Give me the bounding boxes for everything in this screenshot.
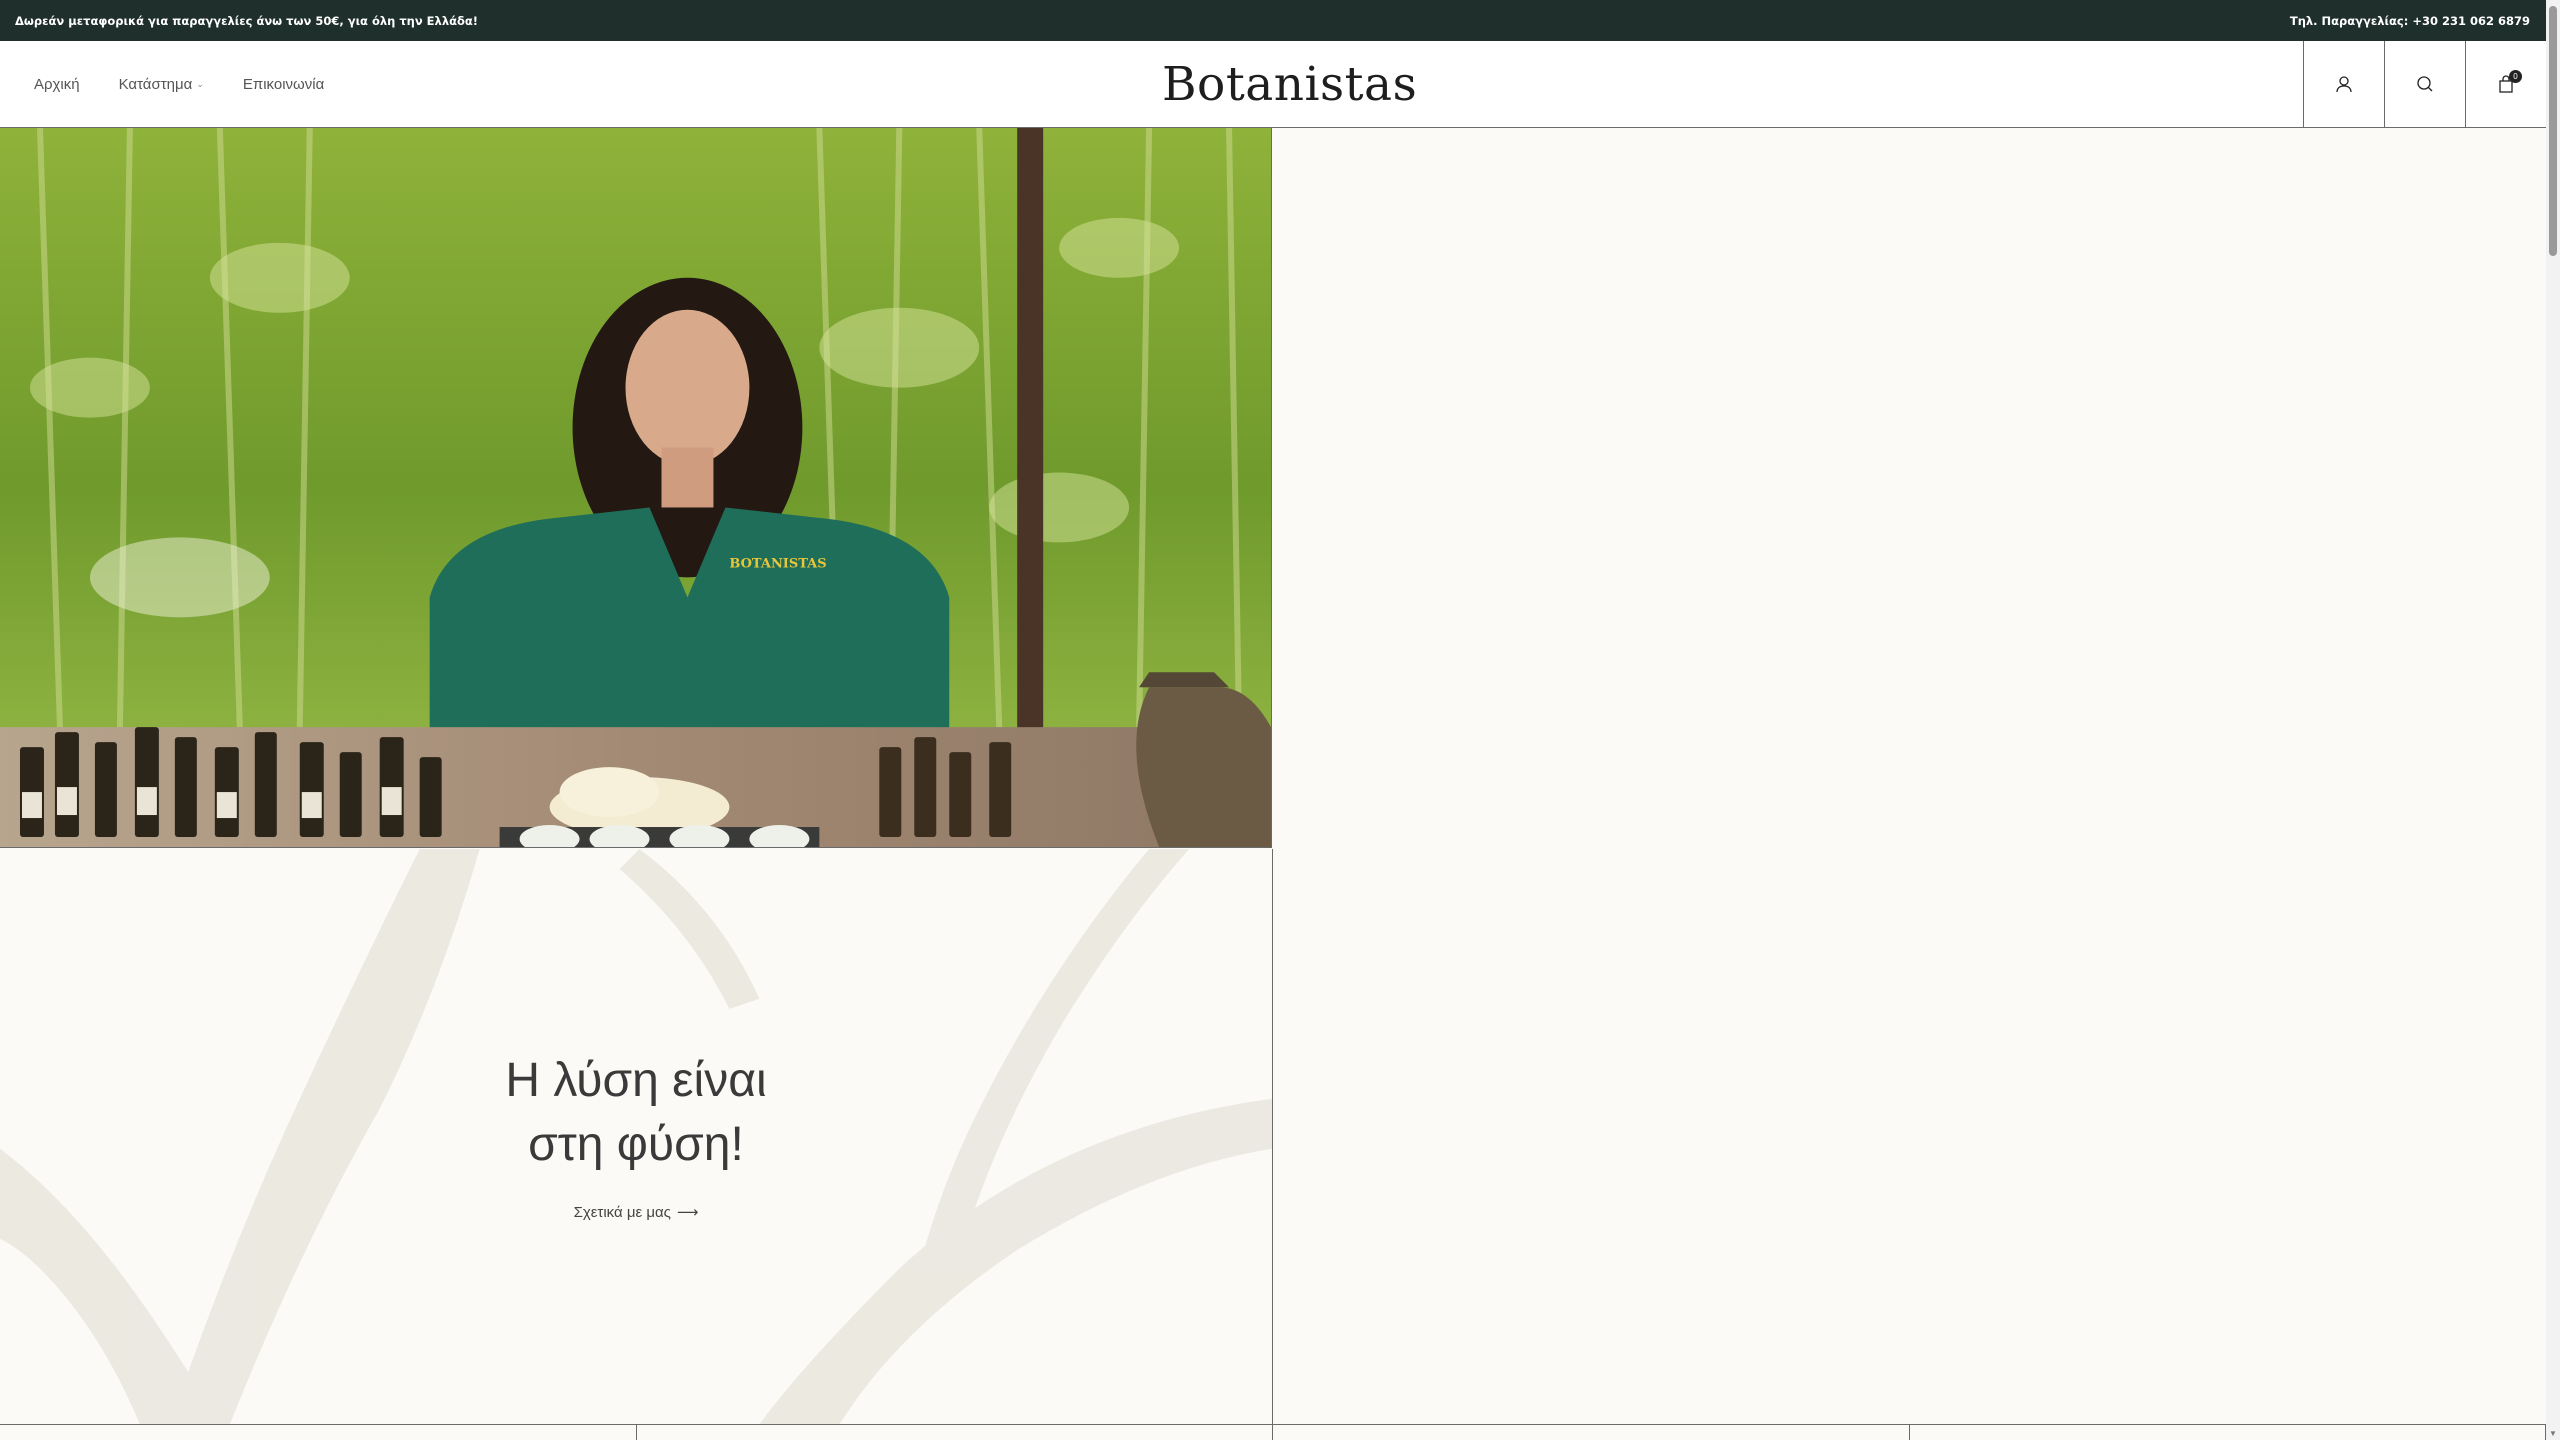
nav-item-label: Επικοινωνία [242,75,325,93]
user-icon [2336,76,2352,93]
phone-order-text[interactable]: Τηλ. Παραγγελίας: +30 231 062 6879 [2290,14,2530,28]
product-card[interactable] [1910,1425,2546,1440]
hero-text-panel: Η λύση είναι στη φύση! Σχετικά με μας ⟶ [0,849,1273,1425]
product-card[interactable] [1273,1425,1910,1440]
cart-count-badge: 0 [2509,70,2522,83]
cart-button[interactable]: 0 [2465,41,2546,127]
nav-item-shop[interactable]: Κατάστημα ⌄ [119,76,204,93]
hero-image: BOTANISTAS [0,128,1272,848]
page: Δωρεάν μεταφορικά για παραγγελίες άνω τω… [0,0,2560,1440]
main-nav: Αρχική Κατάστημα ⌄ Επικοινωνία [34,41,324,127]
chevron-down-icon: ⌄ [196,78,204,89]
page-scrollbar[interactable]: ▼ [2546,0,2560,1440]
account-button[interactable] [2303,41,2384,127]
announcement-bar: Δωρεάν μεταφορικά για παραγγελίες άνω τω… [0,0,2546,41]
site-logo[interactable]: Botanistas [1162,57,1417,113]
scroll-down-icon[interactable]: ▼ [2549,1429,2557,1438]
nav-item-home[interactable]: Αρχική [34,76,80,93]
hero-headline: Η λύση είναι στη φύση! [0,1049,1272,1177]
hero-right-panel [1273,128,2546,1425]
search-icon [2417,76,2433,92]
about-us-link[interactable]: Σχετικά με μας ⟶ [0,1203,1272,1221]
product-grid-top [0,1424,2546,1440]
product-card[interactable] [0,1425,637,1440]
nav-item-label: Αρχική [34,75,80,93]
arrow-right-icon: ⟶ [676,1204,699,1221]
headline-line-2: στη φύση! [528,1118,744,1171]
uniform-logo-text: BOTANISTAS [729,556,826,571]
about-us-link-label: Σχετικά με μας [573,1204,671,1221]
headline-line-1: Η λύση είναι [505,1054,767,1107]
scrollbar-thumb[interactable] [2549,6,2557,256]
site-header: Αρχική Κατάστημα ⌄ Επικοινωνία Botanista… [0,41,2546,128]
product-card[interactable] [637,1425,1273,1440]
search-button[interactable] [2384,41,2465,127]
nav-item-contact[interactable]: Επικοινωνία [243,76,324,93]
free-shipping-text: Δωρεάν μεταφορικά για παραγγελίες άνω τω… [15,13,479,28]
nav-item-label: Κατάστημα [118,75,193,93]
header-actions: 0 [2303,41,2546,127]
